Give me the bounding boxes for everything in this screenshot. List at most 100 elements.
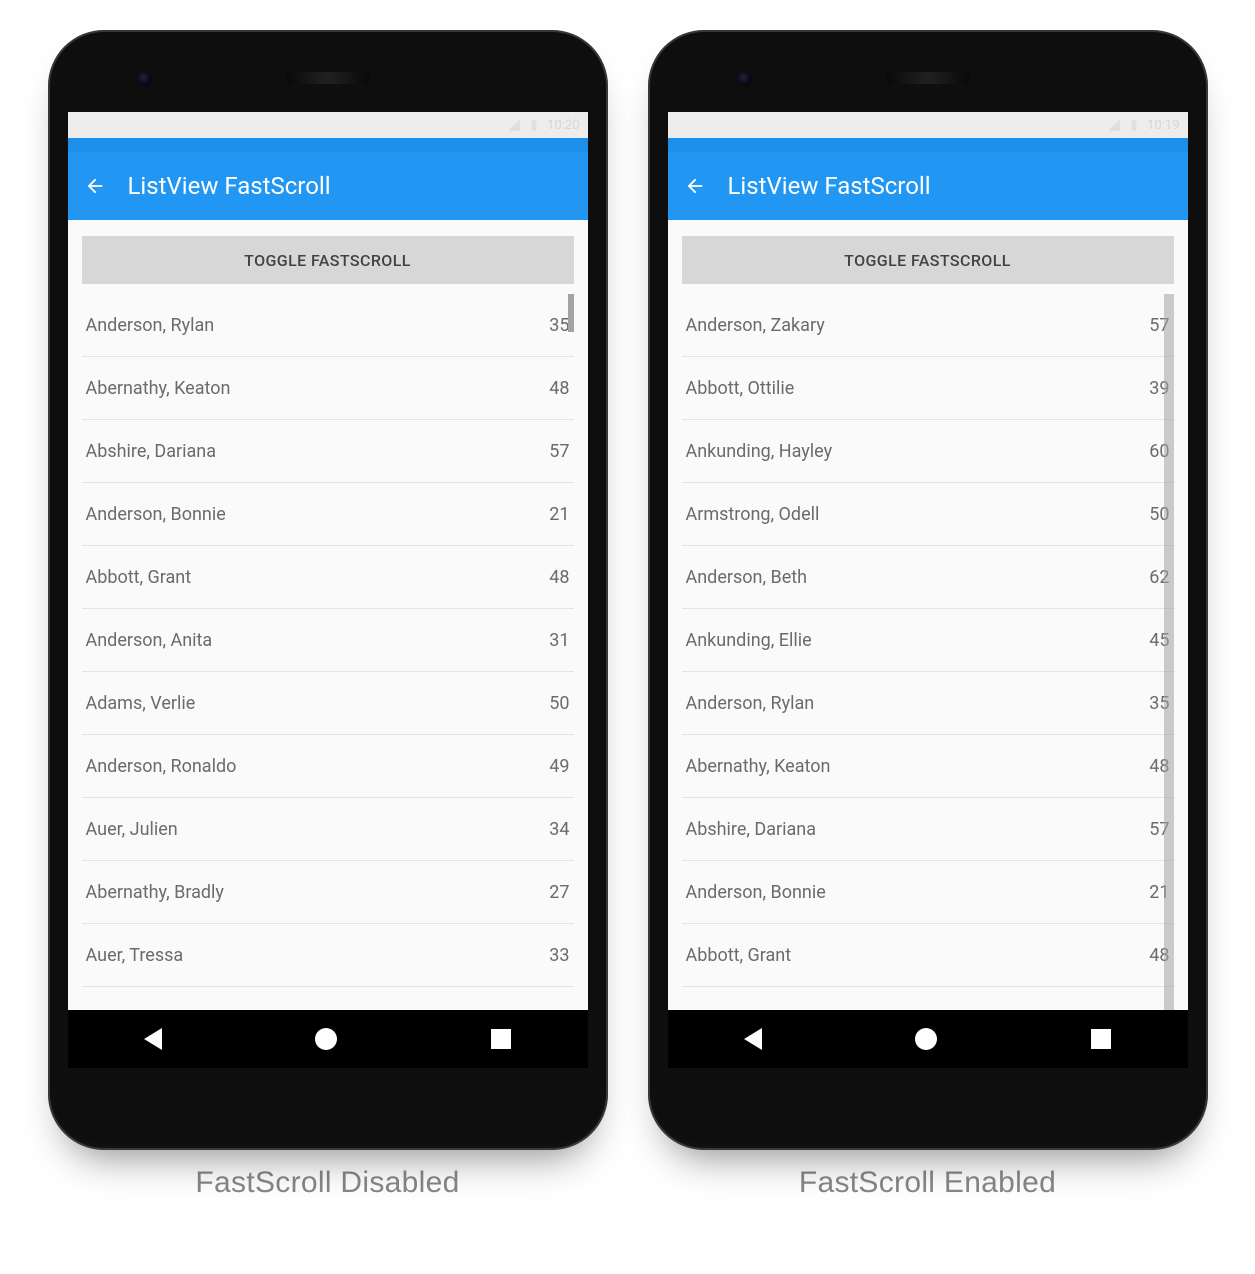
list-item[interactable]: Abshire, Dariana 57 bbox=[82, 420, 574, 483]
list-item-name: Abshire, Dariana bbox=[86, 441, 217, 462]
nav-recents-icon[interactable] bbox=[1091, 1029, 1111, 1049]
status-bar: 10:19 bbox=[668, 112, 1188, 138]
list-item-name: Anderson, Rylan bbox=[686, 693, 815, 714]
list-item[interactable]: Adams, Verlie 50 bbox=[82, 672, 574, 735]
list-item[interactable]: Abshire, Dariana57 bbox=[682, 798, 1174, 861]
list-item-value: 48 bbox=[549, 567, 569, 588]
toggle-fastscroll-button[interactable]: TOGGLE FASTSCROLL bbox=[682, 236, 1174, 284]
app-bar: ListView FastScroll bbox=[668, 152, 1188, 220]
toggle-fastscroll-button[interactable]: TOGGLE FASTSCROLL bbox=[82, 236, 574, 284]
list-item-name: Abshire, Dariana bbox=[686, 819, 817, 840]
list-item-name: Auer, Julien bbox=[86, 819, 178, 840]
battery-icon bbox=[1127, 118, 1141, 132]
back-arrow-icon[interactable] bbox=[84, 175, 106, 197]
list-item-name: Abernathy, Bradly bbox=[86, 882, 224, 903]
list-item-name: Anderson, Bonnie bbox=[686, 882, 826, 903]
list-item-name: Abernathy, Keaton bbox=[86, 378, 231, 399]
caption: FastScroll Enabled bbox=[799, 1166, 1056, 1200]
list-item[interactable]: Anderson, Zakary57 bbox=[682, 294, 1174, 357]
list-item-name: Auer, Tressa bbox=[86, 945, 184, 966]
list-item-value: 48 bbox=[549, 378, 569, 399]
list-item-name: Ankunding, Hayley bbox=[686, 441, 833, 462]
list-item[interactable]: Abernathy, Bradly 27 bbox=[82, 861, 574, 924]
list-item[interactable]: Anderson, Rylan 35 bbox=[82, 294, 574, 357]
status-bar: 10:20 bbox=[68, 112, 588, 138]
signal-icon bbox=[1107, 118, 1121, 132]
accent-strip bbox=[668, 138, 1188, 152]
device-frame: 10:20 ListView FastScroll TOGGLE FASTSCR… bbox=[48, 30, 608, 1150]
list-item[interactable]: Armstrong, Odell50 bbox=[682, 483, 1174, 546]
front-camera bbox=[738, 72, 752, 86]
accent-strip bbox=[68, 138, 588, 152]
list-item[interactable]: Anderson, Ronaldo 49 bbox=[82, 735, 574, 798]
nav-back-icon[interactable] bbox=[744, 1028, 762, 1050]
list-item-name: Abbott, Ottilie bbox=[686, 378, 795, 399]
status-time: 10:20 bbox=[547, 118, 579, 133]
list-item[interactable]: Abbott, Grant 48 bbox=[82, 546, 574, 609]
toggle-label: TOGGLE FASTSCROLL bbox=[244, 251, 411, 270]
android-nav-bar bbox=[668, 1010, 1188, 1068]
back-arrow-icon[interactable] bbox=[684, 175, 706, 197]
list-item-value: 33 bbox=[549, 945, 569, 966]
list-item-name: Adams, Verlie bbox=[86, 693, 196, 714]
nav-home-icon[interactable] bbox=[315, 1028, 337, 1050]
list-item[interactable]: Auer, Tressa 33 bbox=[82, 924, 574, 987]
list-item-name: Anderson, Zakary bbox=[686, 315, 825, 336]
list-item[interactable]: Anderson, Bonnie21 bbox=[682, 861, 1174, 924]
list-item-name: Anderson, Bonnie bbox=[86, 504, 226, 525]
list-item[interactable]: Ankunding, Hayley60 bbox=[682, 420, 1174, 483]
list-item-value: 35 bbox=[549, 315, 569, 336]
app-title: ListView FastScroll bbox=[128, 172, 331, 200]
caption: FastScroll Disabled bbox=[195, 1166, 459, 1200]
list-item[interactable]: Anderson, Rylan35 bbox=[682, 672, 1174, 735]
list-item-name: Abbott, Grant bbox=[686, 945, 792, 966]
list-item[interactable]: Auer, Julien 34 bbox=[82, 798, 574, 861]
scrollbar-thin[interactable] bbox=[568, 294, 574, 332]
list-item-name: Anderson, Rylan bbox=[86, 315, 215, 336]
list-item[interactable]: Abernathy, Keaton 48 bbox=[82, 357, 574, 420]
app-bar: ListView FastScroll bbox=[68, 152, 588, 220]
list-item[interactable]: Anderson, Anita 31 bbox=[82, 609, 574, 672]
fastscroll-handle[interactable] bbox=[1164, 294, 1174, 1010]
screen: 10:19 ListView FastScroll TOGGLE FASTSCR… bbox=[668, 112, 1188, 1068]
nav-recents-icon[interactable] bbox=[491, 1029, 511, 1049]
list-item[interactable]: Abbott, Ottilie39 bbox=[682, 357, 1174, 420]
nav-home-icon[interactable] bbox=[915, 1028, 937, 1050]
toggle-label: TOGGLE FASTSCROLL bbox=[844, 251, 1011, 270]
list-item-value: 31 bbox=[549, 630, 569, 651]
phone-left: 10:20 ListView FastScroll TOGGLE FASTSCR… bbox=[48, 30, 608, 1200]
list-item-value: 27 bbox=[549, 882, 569, 903]
earpiece bbox=[285, 72, 371, 84]
list-item-name: Anderson, Ronaldo bbox=[86, 756, 237, 777]
phone-right: 10:19 ListView FastScroll TOGGLE FASTSCR… bbox=[648, 30, 1208, 1200]
status-time: 10:19 bbox=[1147, 118, 1179, 133]
front-camera bbox=[138, 72, 152, 86]
list-item[interactable]: Abbott, Grant48 bbox=[682, 924, 1174, 987]
list-item[interactable]: Ankunding, Ellie45 bbox=[682, 609, 1174, 672]
list-item-value: 49 bbox=[549, 756, 569, 777]
screen: 10:20 ListView FastScroll TOGGLE FASTSCR… bbox=[68, 112, 588, 1068]
list-item-name: Armstrong, Odell bbox=[686, 504, 820, 525]
list-item-value: 57 bbox=[549, 441, 569, 462]
list-item-value: 21 bbox=[549, 504, 569, 525]
list-item-name: Abernathy, Keaton bbox=[686, 756, 831, 777]
list-item-name: Anderson, Anita bbox=[86, 630, 213, 651]
list-item[interactable]: Anderson, Bonnie 21 bbox=[82, 483, 574, 546]
content-area: TOGGLE FASTSCROLL Anderson, Zakary57 Abb… bbox=[668, 220, 1188, 1010]
battery-icon bbox=[527, 118, 541, 132]
android-nav-bar bbox=[68, 1010, 588, 1068]
listview[interactable]: Anderson, Rylan 35 Abernathy, Keaton 48 Ab… bbox=[82, 294, 574, 1010]
app-title: ListView FastScroll bbox=[728, 172, 931, 200]
list-item-value: 34 bbox=[549, 819, 569, 840]
listview[interactable]: Anderson, Zakary57 Abbott, Ottilie39 Ank… bbox=[682, 294, 1174, 1010]
list-item-name: Ankunding, Ellie bbox=[686, 630, 812, 651]
device-frame: 10:19 ListView FastScroll TOGGLE FASTSCR… bbox=[648, 30, 1208, 1150]
list-item[interactable]: Anderson, Beth62 bbox=[682, 546, 1174, 609]
list-item-name: Anderson, Beth bbox=[686, 567, 808, 588]
list-item-value: 50 bbox=[549, 693, 569, 714]
earpiece bbox=[885, 72, 971, 84]
content-area: TOGGLE FASTSCROLL Anderson, Rylan 35 Aber… bbox=[68, 220, 588, 1010]
nav-back-icon[interactable] bbox=[144, 1028, 162, 1050]
list-item[interactable]: Abernathy, Keaton48 bbox=[682, 735, 1174, 798]
list-item-name: Abbott, Grant bbox=[86, 567, 192, 588]
